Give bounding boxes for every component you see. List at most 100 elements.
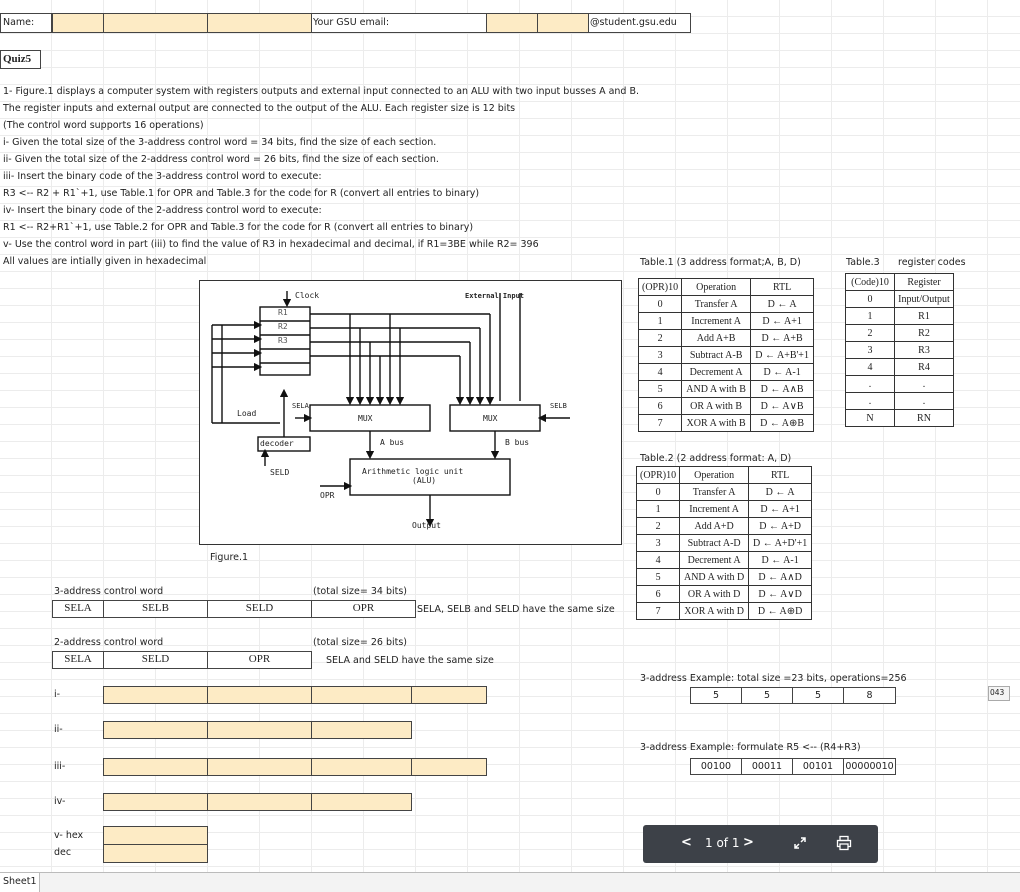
sheet-tab-bar: Sheet1 [0,872,1020,892]
table-cell: 6 [637,397,683,415]
question-line: All values are intially given in hexadec… [3,256,207,267]
table-row: 0 Transfer AD ← A [635,483,813,501]
table-cell: N [845,409,895,427]
table-row: 1 Increment AD ← A+1 [635,500,813,518]
table-cell: 1 [635,500,681,518]
answer-i-opr[interactable] [411,686,487,704]
table3: (Code)10 Register 0 Input/Output 1 R1 2 R2 … [845,273,954,427]
name-input-1[interactable] [52,13,104,33]
table-header-row: (OPR)10 Operation RTL [635,466,813,484]
table-row: 3 Subtract A-D D ← A+D'+1 [635,534,813,552]
answer-v-dec[interactable] [103,844,208,863]
answer-i-seld[interactable] [311,686,412,704]
question-line: iii- Insert the binary code of the 3-add… [3,171,322,182]
cw2-total: (total size= 26 bits) [313,637,408,648]
b-bus-label: B bus [505,438,530,447]
table-row: 5 AND A with DD ← A∧D [635,568,813,586]
answer-iv-seld[interactable] [207,793,312,811]
answer-ii-opr[interactable] [311,721,412,739]
table-cell: OR A with B [681,397,752,415]
table-cell: D ← A+B'+1 [750,346,815,364]
email-input-1[interactable] [486,13,538,33]
side-note: 043 [990,688,1005,697]
table-header-row: (OPR)10 Operation RTL [637,278,815,296]
answer-v-hex[interactable] [103,826,208,845]
answer-iii-opr[interactable] [411,758,487,776]
table1: (OPR)10 Operation RTL 0 Transfer AD ← A 1… [637,278,815,432]
answer-iii-selb[interactable] [207,758,312,776]
example2-value: 00100 [690,758,742,775]
answer-i-sela[interactable] [103,686,208,704]
table-cell: 6 [635,585,681,603]
answer-ii-sela[interactable] [103,721,208,739]
table3-subtitle: register codes [898,257,966,268]
answer-iv-label: iv- [54,796,66,807]
table-cell: D ← A+1 [750,312,815,330]
table-row: 4 R4 [845,358,954,376]
name-input-3[interactable] [207,13,312,33]
mux-b-label: MUX [483,414,498,423]
email-label: Your GSU email: [313,17,390,28]
cw3-field-selb: SELB [103,600,208,618]
table-cell: 2 [845,324,895,342]
sela-label: SELA [292,402,309,410]
table-header: (OPR)10 [635,466,681,484]
table-cell: D ← A-1 [748,551,813,569]
table-cell: 5 [635,568,681,586]
example1-value: 5 [792,687,844,704]
table-cell: 4 [845,358,895,376]
table-row: 1 R1 [845,307,954,325]
table-header: Operation [679,466,750,484]
name-label: Name: [3,17,35,28]
answer-i-label: i- [54,689,61,700]
answer-iv-opr[interactable] [311,793,412,811]
table-cell: D ← A [748,483,813,501]
cw3-field-sela: SELA [52,600,104,618]
table-row: 3 R3 [845,341,954,359]
next-page-button[interactable]: > [743,835,754,850]
table-cell: R3 [894,341,954,359]
table-cell: R4 [894,358,954,376]
prev-page-button[interactable]: < [681,835,692,850]
table-row: 2 R2 [845,324,954,342]
table-row: 2 Add A+D D ← A+D [635,517,813,535]
table-cell: . [845,392,895,410]
sheet-tab[interactable]: Sheet1 [0,873,40,892]
question-line: ii- Given the total size of the 2-addres… [3,154,439,165]
cw2-field-opr: OPR [207,651,312,669]
answer-i-selb[interactable] [207,686,312,704]
question-line: (The control word supports 16 operations… [3,120,204,131]
table-cell: Decrement A [681,363,752,381]
table-row: 1 Increment AD ← A+1 [637,312,815,330]
table-header-row: (Code)10 Register [845,273,954,291]
table-cell: 1 [845,307,895,325]
expand-icon[interactable] [793,836,807,854]
register-r2-label: R2 [278,322,288,331]
email-input-2[interactable] [537,13,589,33]
quiz-title: Quiz5 [3,53,32,65]
table-row: 2 Add A+B D ← A+B [637,329,815,347]
print-icon[interactable] [836,835,852,855]
table-header: (OPR)10 [637,278,683,296]
table-cell: Transfer A [681,295,752,313]
answer-iii-sela[interactable] [103,758,208,776]
question-line: R3 <-- R2 + R1`+1, use Table.1 for OPR a… [3,188,480,199]
alu-sub-label: (ALU) [412,476,437,485]
table-cell: 2 [635,517,681,535]
answer-v-dec-label: dec [54,847,72,858]
table-row: .. [845,392,954,410]
answer-iii-seld[interactable] [311,758,412,776]
table-cell: 0 [637,295,683,313]
table-header: Operation [681,278,752,296]
table-cell: D ← A∨D [748,585,813,603]
external-input-label: External Input [465,292,525,300]
name-input-2[interactable] [103,13,208,33]
decoder-label: decoder [260,439,294,448]
example1-value: 8 [843,687,896,704]
table-header: RTL [748,466,813,484]
answer-ii-seld[interactable] [207,721,312,739]
example2-value: 00011 [741,758,793,775]
answer-iv-sela[interactable] [103,793,208,811]
table-cell: Input/Output [894,290,954,308]
table-cell: D ← A [750,295,815,313]
